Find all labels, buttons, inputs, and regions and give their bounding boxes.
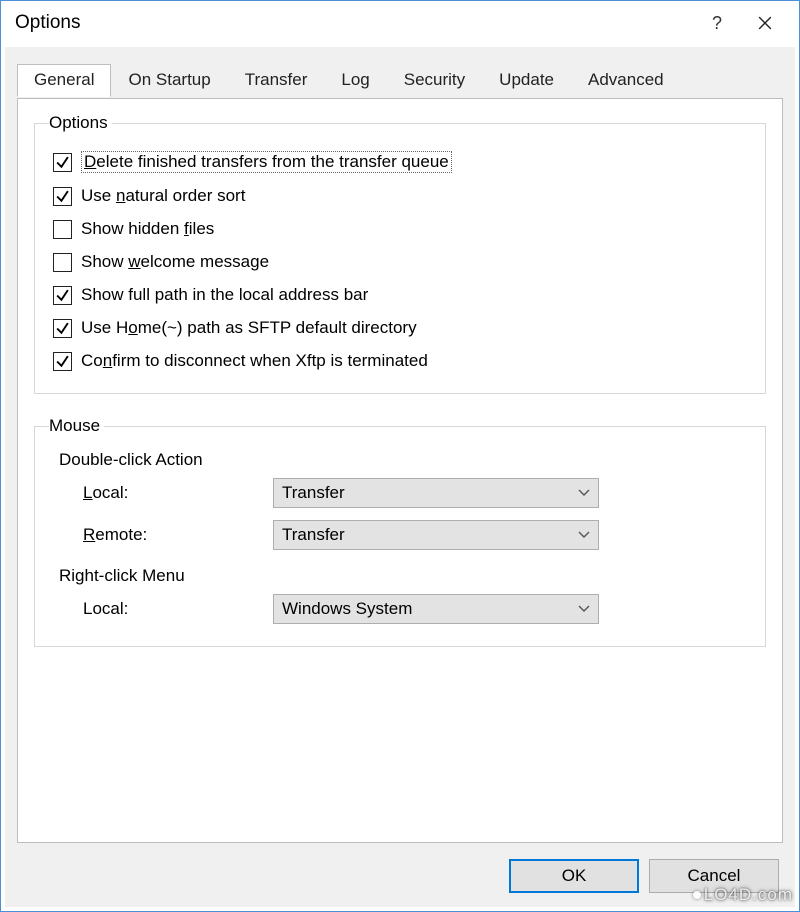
check-label: Use Home(~) path as SFTP default directo…: [81, 318, 417, 338]
tab-log[interactable]: Log: [324, 64, 386, 97]
tab-label: Transfer: [245, 70, 308, 89]
select-value: Transfer: [282, 525, 578, 545]
tab-label: Security: [404, 70, 465, 89]
heading-double-click: Double-click Action: [59, 450, 747, 470]
chevron-down-icon: [578, 605, 590, 613]
titlebar: Options ?: [1, 1, 799, 45]
tab-update[interactable]: Update: [482, 64, 571, 97]
cancel-button[interactable]: Cancel: [649, 859, 779, 893]
label-dbl-remote: Remote:: [83, 525, 273, 545]
select-value: Transfer: [282, 483, 578, 503]
tab-on-startup[interactable]: On Startup: [111, 64, 227, 97]
select-dbl-local[interactable]: Transfer: [273, 478, 599, 508]
heading-right-click: Right-click Menu: [59, 566, 747, 586]
check-home-path[interactable]: Use Home(~) path as SFTP default directo…: [53, 318, 747, 338]
help-button[interactable]: ?: [693, 5, 741, 41]
window-title: Options: [15, 12, 693, 34]
label-rc-local: Local:: [83, 599, 273, 619]
checkbox-icon: [53, 352, 72, 371]
checkbox-icon: [53, 220, 72, 239]
check-delete-finished[interactable]: Delete finished transfers from the trans…: [53, 151, 747, 173]
tab-advanced[interactable]: Advanced: [571, 64, 681, 97]
row-rc-local: Local: Windows System: [83, 594, 747, 624]
chevron-down-icon: [578, 531, 590, 539]
checkbox-icon: [53, 153, 72, 172]
close-button[interactable]: [741, 5, 789, 41]
check-label: Show welcome message: [81, 252, 269, 272]
tab-strip: General On Startup Transfer Log Security…: [17, 63, 783, 96]
check-label: Show hidden files: [81, 219, 214, 239]
check-show-hidden[interactable]: Show hidden files: [53, 219, 747, 239]
checkbox-icon: [53, 187, 72, 206]
tab-label: Update: [499, 70, 554, 89]
tab-panel-general: Options Delete finished transfers from t…: [17, 98, 783, 843]
select-dbl-remote[interactable]: Transfer: [273, 520, 599, 550]
options-dialog: Options ? General On Startup Transfer Lo…: [0, 0, 800, 912]
check-label: Confirm to disconnect when Xftp is termi…: [81, 351, 428, 371]
group-options: Options Delete finished transfers from t…: [34, 113, 766, 394]
check-label: Delete finished transfers from the trans…: [81, 151, 452, 173]
client-area: General On Startup Transfer Log Security…: [5, 47, 795, 907]
check-full-path[interactable]: Show full path in the local address bar: [53, 285, 747, 305]
chevron-down-icon: [578, 489, 590, 497]
tab-transfer[interactable]: Transfer: [228, 64, 325, 97]
tab-label: Advanced: [588, 70, 664, 89]
ok-button[interactable]: OK: [509, 859, 639, 893]
close-icon: [758, 16, 772, 30]
group-options-legend: Options: [49, 113, 112, 133]
tab-label: General: [34, 70, 94, 89]
label-dbl-local: Local:: [83, 483, 273, 503]
row-dbl-remote: Remote: Transfer: [83, 520, 747, 550]
dialog-button-bar: OK Cancel: [509, 859, 779, 893]
tab-label: On Startup: [128, 70, 210, 89]
check-show-welcome[interactable]: Show welcome message: [53, 252, 747, 272]
checkbox-icon: [53, 253, 72, 272]
checkbox-icon: [53, 319, 72, 338]
group-mouse: Mouse Double-click Action Local: Transfe…: [34, 416, 766, 647]
check-natural-order[interactable]: Use natural order sort: [53, 186, 747, 206]
select-value: Windows System: [282, 599, 578, 619]
check-label: Show full path in the local address bar: [81, 285, 368, 305]
select-rc-local[interactable]: Windows System: [273, 594, 599, 624]
check-label: Use natural order sort: [81, 186, 245, 206]
tab-label: Log: [341, 70, 369, 89]
row-dbl-local: Local: Transfer: [83, 478, 747, 508]
tab-security[interactable]: Security: [387, 64, 482, 97]
group-mouse-legend: Mouse: [49, 416, 104, 436]
checkbox-icon: [53, 286, 72, 305]
check-confirm-disconnect[interactable]: Confirm to disconnect when Xftp is termi…: [53, 351, 747, 371]
tab-general[interactable]: General: [17, 64, 111, 97]
